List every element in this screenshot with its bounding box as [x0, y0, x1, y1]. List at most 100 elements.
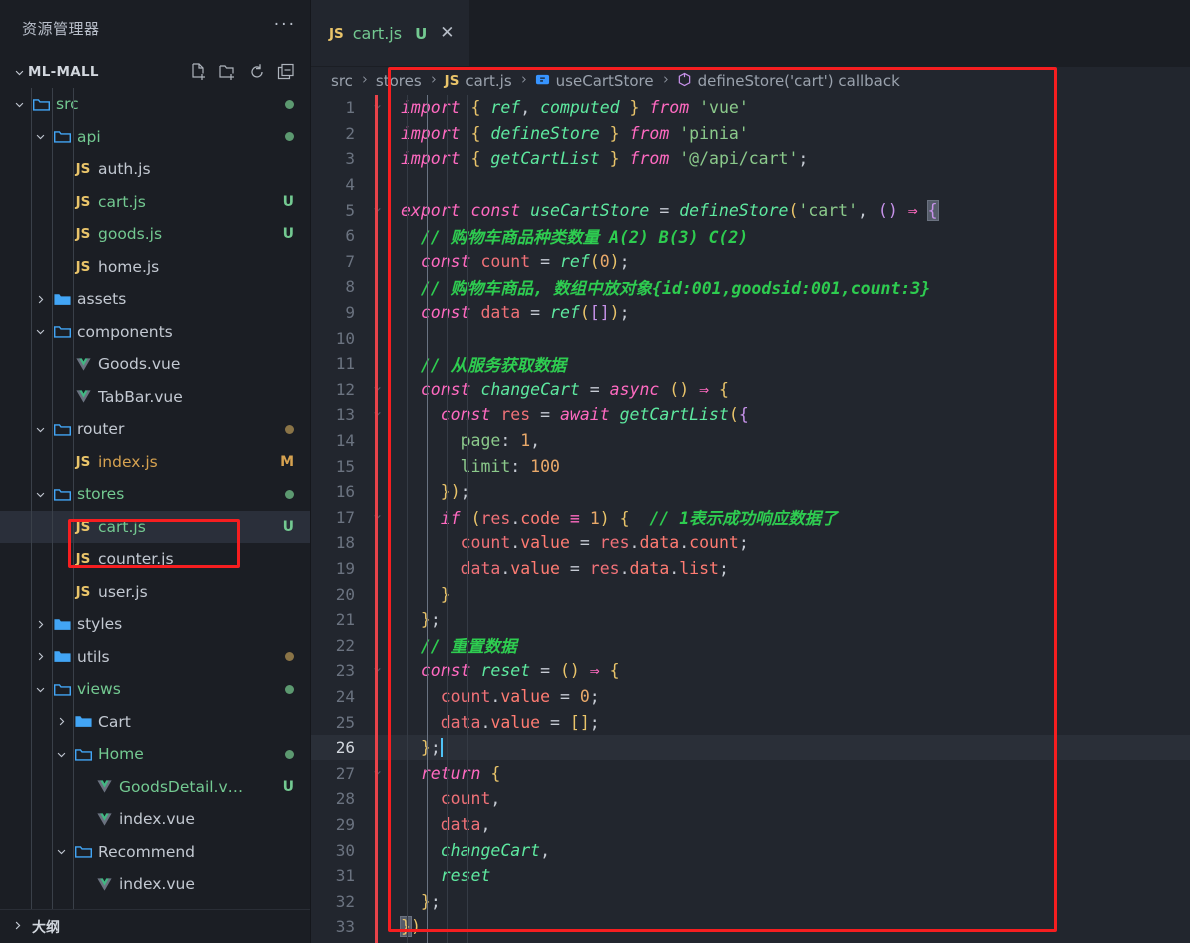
code-line[interactable]: 28 count,: [311, 786, 1190, 812]
line-number: 29: [335, 814, 355, 834]
code-line[interactable]: 20 }: [311, 581, 1190, 607]
breadcrumb-separator-icon: [518, 74, 529, 88]
chevron-down-icon[interactable]: [31, 489, 49, 500]
chevron-down-icon[interactable]: [31, 684, 49, 695]
breadcrumb-item-src[interactable]: src: [331, 72, 353, 90]
tree-folder-src[interactable]: src: [0, 88, 310, 121]
tab-cart-js[interactable]: JS cart.js U ✕: [311, 0, 469, 66]
code-line-text: const res = await getCartList({: [440, 405, 749, 425]
code-line[interactable]: 27 return {: [311, 760, 1190, 786]
code-line[interactable]: 23 const reset = () ⇒ {: [311, 658, 1190, 684]
tree-file-index-vue[interactable]: index.vue: [0, 803, 310, 836]
code-line[interactable]: 14 page: 1,: [311, 428, 1190, 454]
line-number: 28: [335, 789, 355, 809]
tree-folder-stores[interactable]: stores: [0, 478, 310, 511]
tree-file-tabbar-vue[interactable]: TabBar.vue: [0, 381, 310, 414]
code-line[interactable]: 24 count.value = 0;: [311, 684, 1190, 710]
new-folder-icon[interactable]: [218, 62, 238, 82]
breadcrumb-item-usecartstore[interactable]: useCartStore: [535, 72, 654, 91]
code-line[interactable]: 11 // 从服务获取数据: [311, 351, 1190, 377]
code-line[interactable]: 15 limit: 100: [311, 453, 1190, 479]
outline-label: 大纲: [32, 919, 60, 936]
code-line[interactable]: 5 export const useCartStore = defineStore…: [311, 197, 1190, 223]
code-indent-guide: [427, 95, 428, 943]
tree-file-auth-js[interactable]: JS auth.js: [0, 153, 310, 186]
code-line[interactable]: 1 import { ref, computed } from 'vue': [311, 95, 1190, 121]
breadcrumb-item-cart-js[interactable]: JS cart.js: [445, 72, 512, 90]
file-tree[interactable]: src api JS auth.js JS cart.js U JS goods.js U JS ho…: [0, 88, 310, 909]
chevron-down-icon[interactable]: [52, 846, 70, 857]
chevron-down-icon[interactable]: [31, 326, 49, 337]
tree-file-goods-vue[interactable]: Goods.vue: [0, 348, 310, 381]
tree-folder-home[interactable]: Home: [0, 738, 310, 771]
tree-file-home-js[interactable]: JS home.js: [0, 251, 310, 284]
outline-panel-header[interactable]: 大纲: [0, 909, 310, 943]
code-line[interactable]: 22 // 重置数据: [311, 632, 1190, 658]
tree-folder-recommend[interactable]: Recommend: [0, 836, 310, 869]
tree-item-label: cart.js: [98, 192, 146, 211]
chevron-right-icon[interactable]: [31, 294, 49, 305]
git-change-bar: [375, 95, 378, 943]
code-line[interactable]: 6 // 购物车商品种类数量 A(2) B(3) C(2): [311, 223, 1190, 249]
code-line[interactable]: 26 };: [311, 734, 1190, 761]
project-root-row[interactable]: ML-MALL: [0, 56, 310, 88]
chevron-down-icon[interactable]: [10, 99, 28, 110]
tree-file-goods-js[interactable]: JS goods.js U: [0, 218, 310, 251]
explorer-more-actions-icon[interactable]: ···: [274, 15, 296, 41]
code-line[interactable]: 16 });: [311, 479, 1190, 505]
code-line[interactable]: 12 const changeCart = async () ⇒ {: [311, 377, 1190, 403]
code-line[interactable]: 2 import { defineStore } from 'pinia': [311, 121, 1190, 147]
vscode-window: 资源管理器 ··· ML-MALL src api JS auth.js JS …: [0, 0, 1190, 943]
chevron-right-icon[interactable]: [31, 651, 49, 662]
code-line[interactable]: 18 count.value = res.data.count;: [311, 530, 1190, 556]
code-indent-guide: [407, 95, 408, 943]
tree-file-goodsdetail-v-[interactable]: GoodsDetail.v… U: [0, 771, 310, 804]
collapse-all-icon[interactable]: [276, 62, 296, 82]
code-line[interactable]: 31 reset: [311, 863, 1190, 889]
tree-file-cart-js[interactable]: JS cart.js U: [0, 186, 310, 219]
code-line[interactable]: 3 import { getCartList } from '@/api/cart…: [311, 146, 1190, 172]
tree-folder-views[interactable]: views: [0, 673, 310, 706]
git-status-dot: [285, 749, 294, 759]
code-line[interactable]: 25 data.value = [];: [311, 709, 1190, 735]
tree-folder-components[interactable]: components: [0, 316, 310, 349]
code-line[interactable]: 7 const count = ref(0);: [311, 249, 1190, 275]
code-line[interactable]: 30 changeCart,: [311, 837, 1190, 863]
code-line[interactable]: 29 data,: [311, 812, 1190, 838]
refresh-icon[interactable]: [247, 62, 267, 82]
chevron-right-icon[interactable]: [52, 716, 70, 727]
code-line[interactable]: 19 data.value = res.data.list;: [311, 556, 1190, 582]
code-line[interactable]: 10: [311, 325, 1190, 351]
tree-folder-cart[interactable]: Cart: [0, 706, 310, 739]
new-file-icon[interactable]: [189, 62, 209, 82]
tree-file-index-js[interactable]: JS index.js M: [0, 446, 310, 479]
tree-folder-router[interactable]: router: [0, 413, 310, 446]
chevron-down-icon[interactable]: [52, 749, 70, 760]
code-line[interactable]: 17 if (res.code ≡ 1) { // 1表示成功响应数据了: [311, 505, 1190, 531]
chevron-right-icon[interactable]: [31, 619, 49, 630]
code-line[interactable]: 33}): [311, 914, 1190, 940]
breadcrumb-item-stores[interactable]: stores: [376, 72, 422, 90]
breadcrumb[interactable]: src stores JS cart.js useCartStore defineStor…: [311, 67, 1190, 95]
code-line-text: return {: [420, 763, 501, 783]
code-line[interactable]: 13 const res = await getCartList({: [311, 402, 1190, 428]
tree-file-counter-js[interactable]: JS counter.js: [0, 543, 310, 576]
code-line[interactable]: 21 };: [311, 607, 1190, 633]
chevron-down-icon[interactable]: [31, 131, 49, 142]
close-icon[interactable]: ✕: [436, 25, 454, 42]
tree-file-user-js[interactable]: JS user.js: [0, 576, 310, 609]
tree-folder-api[interactable]: api: [0, 121, 310, 154]
code-line-text: count.value = 0;: [440, 686, 600, 706]
code-line[interactable]: 8 // 购物车商品, 数组中放对象{id:001,goodsid:001,co…: [311, 274, 1190, 300]
tree-file-cart-js[interactable]: JS cart.js U: [0, 510, 310, 543]
tree-folder-assets[interactable]: assets: [0, 283, 310, 316]
code-line[interactable]: 9 const data = ref([]);: [311, 300, 1190, 326]
breadcrumb-item-definestore-cart-callback[interactable]: defineStore('cart') callback: [677, 72, 900, 91]
code-editor[interactable]: 1 import { ref, computed } from 'vue' 2 imp…: [311, 95, 1190, 943]
tree-folder-styles[interactable]: styles: [0, 608, 310, 641]
chevron-down-icon[interactable]: [31, 424, 49, 435]
code-line[interactable]: 4: [311, 172, 1190, 198]
tree-folder-utils[interactable]: utils: [0, 641, 310, 674]
tree-file-index-vue[interactable]: index.vue: [0, 868, 310, 901]
code-line[interactable]: 32 };: [311, 888, 1190, 914]
